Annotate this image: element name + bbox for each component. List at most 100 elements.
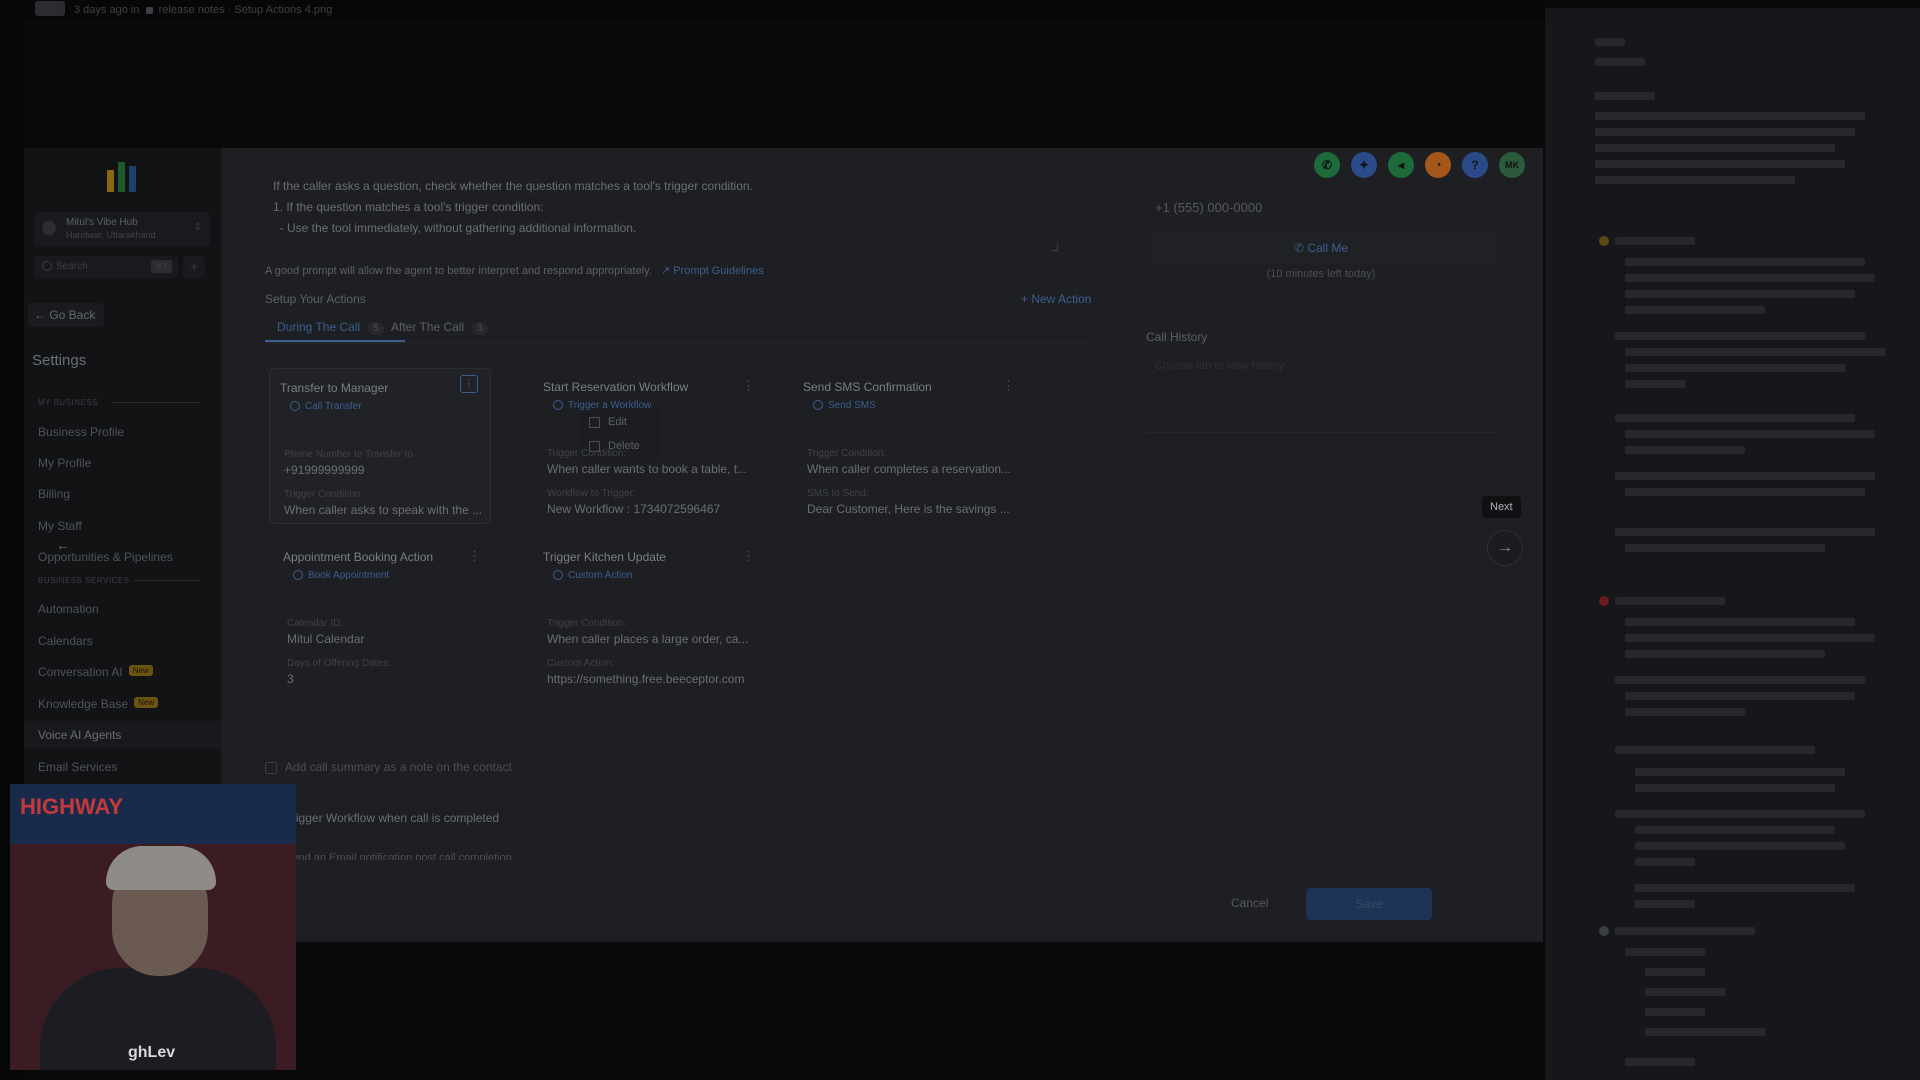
sidebar-item-email-services[interactable]: Email Services [38, 760, 117, 774]
card-title: Start Reservation Workflow [543, 380, 689, 394]
magic-icon[interactable]: ✦ [1351, 152, 1377, 178]
field-value: 3 [287, 672, 294, 686]
card-type: Trigger a Workflow [553, 400, 651, 411]
search-shortcut: ⌘K [150, 260, 172, 273]
call-history-title: Call History [1146, 330, 1208, 344]
action-card-reservation[interactable]: Start Reservation Workflow Trigger a Wor… [533, 368, 773, 528]
sms-icon [813, 400, 823, 411]
go-back-button[interactable]: ← Go Back [28, 303, 104, 327]
main-content: If the caller asks a question, check whe… [221, 148, 1543, 942]
megaphone-icon[interactable]: ◂ [1388, 152, 1414, 178]
file-name: Setup Actions 4.png [234, 4, 333, 16]
card-type: Send SMS [813, 400, 876, 411]
avatar-icon[interactable]: MK [1499, 152, 1525, 178]
tab-during-call[interactable]: During The Call 5 [277, 320, 384, 335]
card-menu-icon[interactable]: ⋮ [460, 375, 478, 393]
help-icon[interactable]: ? [1462, 152, 1488, 178]
action-tabs: During The Call 5 After The Call 3 [265, 316, 1087, 343]
sidebar-item-automation[interactable]: Automation [38, 602, 99, 616]
card-type: Call Transfer [290, 401, 362, 412]
sidebar-item-voice-ai-agents[interactable]: Voice AI Agents [24, 721, 221, 749]
next-arrow-button[interactable]: → [1487, 530, 1523, 566]
card-menu-icon[interactable]: ⋮ [1002, 378, 1015, 394]
cancel-button[interactable]: Cancel [1231, 896, 1268, 910]
field-label: Trigger Condition: [807, 448, 887, 459]
search-placeholder: Search [56, 261, 88, 272]
save-button[interactable]: Save [1306, 888, 1432, 920]
lock-icon [145, 6, 153, 14]
card-type: Custom Action [553, 570, 632, 581]
after-call-option-email[interactable]: Send an Email notification post call com… [265, 852, 512, 860]
field-value: https://something.free.beeceptor.com [547, 672, 745, 686]
field-label: Days of Offering Dates: [287, 658, 391, 669]
sidebar-item-my-profile[interactable]: My Profile [38, 456, 91, 470]
card-type-label: Send SMS [828, 400, 876, 411]
agent-prompt-textarea[interactable]: If the caller asks a question, check whe… [273, 176, 1063, 248]
quick-add-button[interactable]: + [183, 256, 205, 278]
field-label: Custom Action: [547, 658, 615, 669]
action-card-kitchen[interactable]: Trigger Kitchen Update Custom Action ⋮ T… [533, 538, 773, 698]
sidebar-item-knowledge-base[interactable]: Knowledge Base New [38, 697, 159, 711]
prompt-guidelines-link[interactable]: ↗ Prompt Guidelines [661, 265, 764, 277]
tab-count: 3 [472, 322, 488, 335]
card-menu-icon[interactable]: ⋮ [468, 548, 481, 564]
link-label: Prompt Guidelines [673, 265, 764, 277]
hint-text: A good prompt will allow the agent to be… [265, 265, 652, 277]
chevron-updown-icon: ⇕ [193, 222, 202, 233]
account-name: Mitul's Vibe Hub [66, 217, 138, 228]
option-label: Send an Email notification post call com… [285, 852, 512, 860]
tab-count: 5 [368, 322, 384, 335]
test-call-panel: +1 (555) 000-0000 ✆ Call Me (10 minutes … [1096, 148, 1516, 942]
account-switcher[interactable]: Mitul's Vibe Hub Haridwar, Uttarakhand ⇕ [34, 212, 210, 246]
divider [1146, 432, 1496, 433]
active-tab-indicator [265, 340, 405, 342]
resize-handle[interactable] [1051, 244, 1058, 251]
field-label: Phone Number to Transfer to [284, 449, 413, 460]
sidebar-search[interactable]: Search ⌘K [34, 256, 178, 278]
after-call-option-workflow[interactable]: Trigger Workflow when call is completed [265, 811, 499, 825]
call-transfer-icon [290, 401, 300, 412]
file-thumbnail [35, 1, 65, 16]
action-card-transfer[interactable]: Transfer to Manager Call Transfer ⋮ Phon… [269, 368, 491, 524]
card-menu-icon[interactable]: ⋮ [742, 548, 755, 564]
folder-name[interactable]: release notes [159, 4, 225, 16]
call-me-button[interactable]: ✆ Call Me [1146, 232, 1496, 264]
blurred-document-panel [1545, 8, 1920, 1080]
field-value: When caller wants to book a table, t... [547, 462, 748, 476]
next-tooltip: Next [1482, 496, 1521, 518]
card-type-label: Call Transfer [305, 401, 362, 412]
sidebar-item-calendars[interactable]: Calendars [38, 634, 93, 648]
field-label: SMS to Send: [807, 488, 869, 499]
sidebar-item-billing[interactable]: Billing [38, 487, 70, 501]
account-location: Haridwar, Uttarakhand [66, 230, 156, 240]
option-label: Trigger Workflow when call is completed [285, 811, 500, 825]
field-label: Trigger Condition: [547, 618, 627, 629]
tab-label: During The Call [277, 320, 361, 334]
sidebar-item-business-profile[interactable]: Business Profile [38, 425, 124, 439]
card-title: Transfer to Manager [280, 381, 389, 395]
background-sign: HIGHWAY [20, 794, 124, 819]
field-label: Workflow to Trigger: [547, 488, 636, 499]
sidebar-item-conversation-ai[interactable]: Conversation AI New [38, 665, 153, 679]
phone-input[interactable]: +1 (555) 000-0000 [1155, 200, 1262, 215]
button-label: Call Me [1307, 241, 1349, 255]
field-value: When caller asks to speak with the ... [284, 503, 483, 517]
field-label: Trigger Condition: [547, 448, 627, 459]
after-call-option-summary[interactable]: Add call summary as a note on the contac… [265, 760, 512, 774]
bell-icon[interactable]: ◔ [1425, 152, 1451, 178]
new-badge: New [128, 665, 153, 676]
prompt-hint: A good prompt will allow the agent to be… [265, 264, 764, 277]
phone-icon[interactable]: ✆ [1314, 152, 1340, 178]
tab-after-call[interactable]: After The Call 3 [391, 320, 488, 335]
sidebar-item-label: Conversation AI [38, 665, 123, 679]
card-title: Appointment Booking Action [283, 550, 434, 564]
checkbox[interactable] [265, 761, 277, 774]
action-card-sms[interactable]: Send SMS Confirmation Send SMS ⋮ Trigger… [793, 368, 1033, 528]
workflow-icon [553, 400, 563, 411]
new-action-button[interactable]: + New Action [1021, 292, 1091, 306]
card-menu-icon[interactable]: ⋮ [742, 378, 755, 394]
action-card-appointment[interactable]: Appointment Booking Action Book Appointm… [273, 538, 513, 698]
option-label: Add call summary as a note on the contac… [285, 760, 512, 774]
account-icon [42, 221, 56, 235]
prev-arrow-button[interactable]: ← [48, 530, 78, 560]
